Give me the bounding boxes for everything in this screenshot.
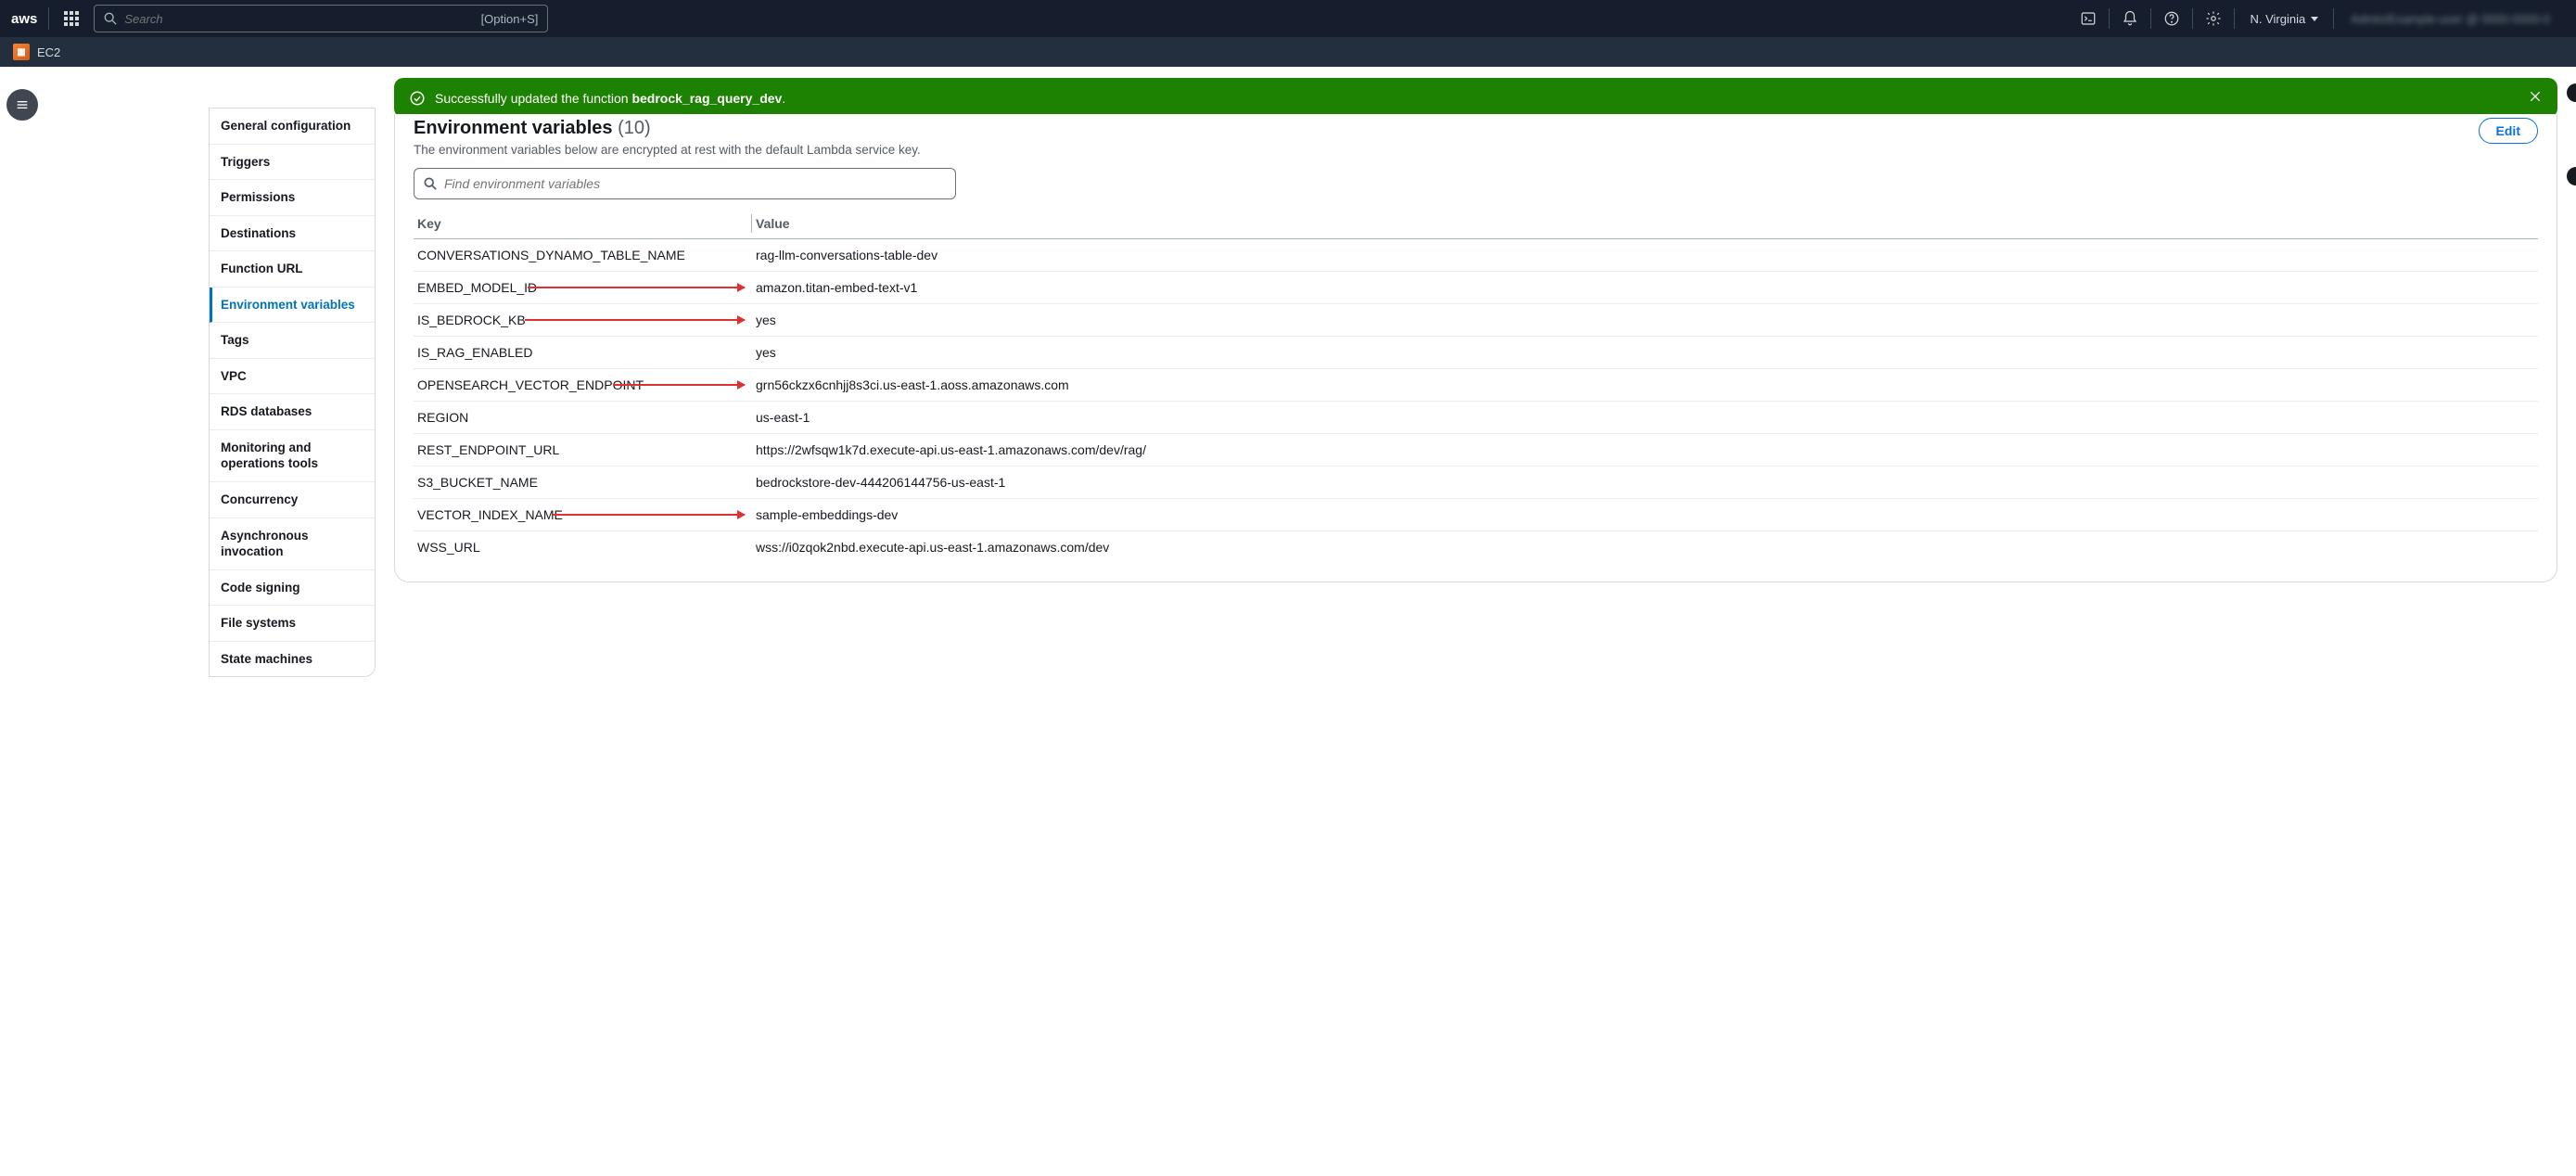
global-search-input[interactable] (124, 12, 473, 26)
env-key: IS_BEDROCK_KB (414, 304, 752, 337)
sidebar-item-state-machines[interactable]: State machines (210, 642, 375, 677)
global-nav: aws [Option+S] N. Virginia Admin/Example… (0, 0, 2576, 37)
table-row: VECTOR_INDEX_NAMEsample-embeddings-dev (414, 499, 2538, 531)
sidebar-item-asynchronous-invocation[interactable]: Asynchronous invocation (210, 518, 375, 570)
config-sidebar: General configurationTriggersPermissions… (209, 108, 376, 677)
sidebar-item-general-configuration[interactable]: General configuration (210, 109, 375, 145)
env-value: us-east-1 (752, 402, 2538, 434)
search-icon (104, 12, 117, 25)
global-search[interactable]: [Option+S] (94, 5, 548, 32)
hamburger-icon (15, 97, 30, 112)
env-value: amazon.titan-embed-text-v1 (752, 272, 2538, 304)
sidebar-item-code-signing[interactable]: Code signing (210, 570, 375, 607)
sidebar-item-function-url[interactable]: Function URL (210, 251, 375, 288)
env-value: grn56ckzx6cnhjj8s3ci.us-east-1.aoss.amaz… (752, 369, 2538, 402)
search-icon (424, 177, 437, 190)
sidebar-item-concurrency[interactable]: Concurrency (210, 482, 375, 518)
annotation-arrow (525, 319, 745, 321)
side-drawer-toggle[interactable] (6, 89, 38, 121)
search-shortcut-hint: [Option+S] (474, 12, 539, 26)
env-filter[interactable] (414, 168, 956, 199)
env-value: wss://i0zqok2nbd.execute-api.us-east-1.a… (752, 531, 2538, 564)
env-value: yes (752, 304, 2538, 337)
env-vars-panel: Environment variables (10) The environme… (394, 114, 2557, 582)
env-key: WSS_URL (414, 531, 752, 564)
notifications-icon[interactable] (2111, 0, 2149, 37)
banner-close-button[interactable] (2528, 89, 2543, 107)
table-row: S3_BUCKET_NAMEbedrockstore-dev-444206144… (414, 467, 2538, 499)
panel-subtitle: The environment variables below are encr… (414, 143, 921, 157)
sidebar-item-file-systems[interactable]: File systems (210, 606, 375, 642)
close-icon (2528, 89, 2543, 104)
sidebar-item-monitoring-and-operations-tools[interactable]: Monitoring and operations tools (210, 430, 375, 482)
env-value: bedrockstore-dev-444206144756-us-east-1 (752, 467, 2538, 499)
annotation-arrow (553, 514, 745, 516)
table-row: IS_RAG_ENABLEDyes (414, 337, 2538, 369)
success-banner: Successfully updated the function bedroc… (394, 78, 2557, 118)
sidebar-item-rds-databases[interactable]: RDS databases (210, 394, 375, 430)
ec2-service-link[interactable]: EC2 (37, 45, 60, 59)
account-menu[interactable]: Admin/Example-user @ 0000-0000-0 (2336, 12, 2565, 26)
table-row: OPENSEARCH_VECTOR_ENDPOINTgrn56ckzx6cnhj… (414, 369, 2538, 402)
sidebar-item-tags[interactable]: Tags (210, 323, 375, 359)
env-value: sample-embeddings-dev (752, 499, 2538, 531)
env-key: IS_RAG_ENABLED (414, 337, 752, 369)
sidebar-item-triggers[interactable]: Triggers (210, 145, 375, 181)
env-vars-table: Key Value CONVERSATIONS_DYNAMO_TABLE_NAM… (414, 209, 2538, 563)
env-key: REGION (414, 402, 752, 434)
cloudshell-icon[interactable] (2070, 0, 2107, 37)
sidebar-item-vpc[interactable]: VPC (210, 359, 375, 395)
env-key: VECTOR_INDEX_NAME (414, 499, 752, 531)
env-value: https://2wfsqw1k7d.execute-api.us-east-1… (752, 434, 2538, 467)
edit-button[interactable]: Edit (2479, 118, 2538, 144)
service-bar: ▦ EC2 (0, 37, 2576, 67)
table-row: IS_BEDROCK_KByes (414, 304, 2538, 337)
panel-title: Environment variables (10) (414, 118, 921, 139)
check-circle-icon (409, 90, 426, 107)
sidebar-item-destinations[interactable]: Destinations (210, 216, 375, 252)
annotation-arrow (528, 287, 745, 288)
table-row: EMBED_MODEL_IDamazon.titan-embed-text-v1 (414, 272, 2538, 304)
sidebar-item-permissions[interactable]: Permissions (210, 180, 375, 216)
col-value[interactable]: Value (752, 209, 2538, 239)
success-banner-text: Successfully updated the function bedroc… (435, 91, 2519, 106)
table-row: REST_ENDPOINT_URLhttps://2wfsqw1k7d.exec… (414, 434, 2538, 467)
settings-icon[interactable] (2195, 0, 2232, 37)
help-icon[interactable] (2153, 0, 2190, 37)
env-key: S3_BUCKET_NAME (414, 467, 752, 499)
table-row: WSS_URLwss://i0zqok2nbd.execute-api.us-e… (414, 531, 2538, 564)
env-filter-input[interactable] (444, 176, 946, 191)
env-key: EMBED_MODEL_ID (414, 272, 752, 304)
annotation-arrow (613, 384, 745, 386)
table-row: CONVERSATIONS_DYNAMO_TABLE_NAMErag-llm-c… (414, 239, 2538, 272)
sidebar-item-environment-variables[interactable]: Environment variables (210, 288, 375, 324)
services-grid-icon[interactable] (57, 4, 86, 33)
env-key: REST_ENDPOINT_URL (414, 434, 752, 467)
aws-logo[interactable]: aws (11, 7, 49, 30)
env-key: CONVERSATIONS_DYNAMO_TABLE_NAME (414, 239, 752, 272)
table-row: REGIONus-east-1 (414, 402, 2538, 434)
env-value: yes (752, 337, 2538, 369)
region-selector[interactable]: N. Virginia (2237, 12, 2331, 26)
env-value: rag-llm-conversations-table-dev (752, 239, 2538, 272)
ec2-service-icon[interactable]: ▦ (13, 44, 30, 60)
col-key[interactable]: Key (414, 209, 752, 239)
chevron-down-icon (2311, 17, 2318, 21)
env-key: OPENSEARCH_VECTOR_ENDPOINT (414, 369, 752, 402)
